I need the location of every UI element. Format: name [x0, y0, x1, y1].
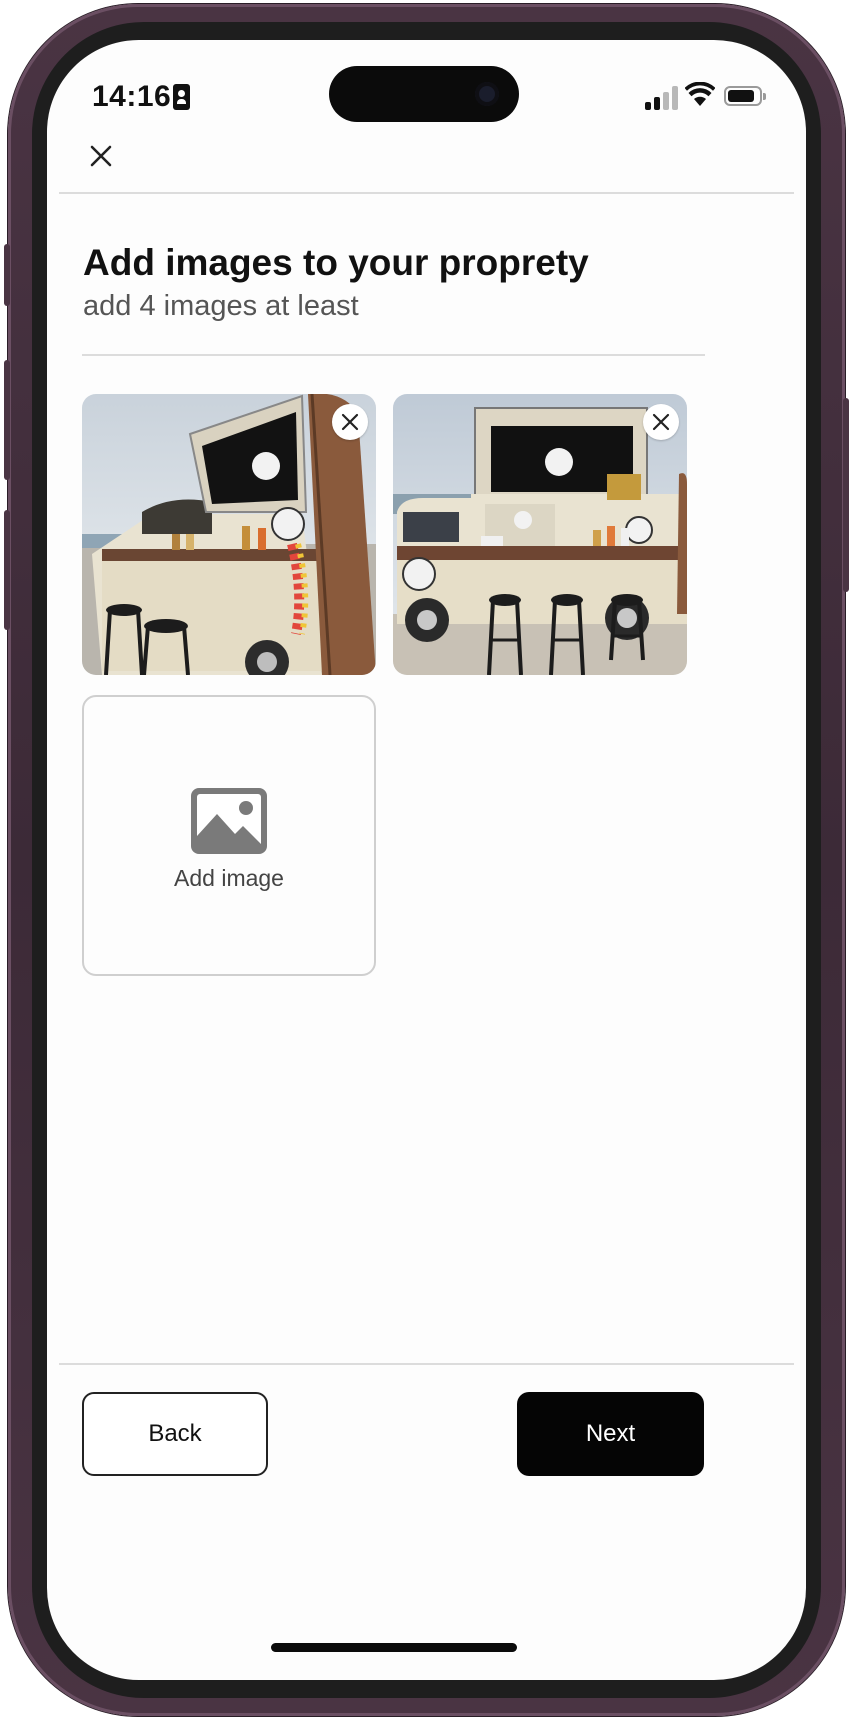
close-icon [90, 145, 112, 167]
remove-photo-1-button[interactable] [332, 404, 368, 440]
remove-photo-2-button[interactable] [643, 404, 679, 440]
battery-icon [724, 86, 766, 106]
close-icon [652, 413, 670, 431]
person-badge-icon [173, 84, 190, 110]
front-camera [475, 82, 499, 106]
status-bar: 14:16 [47, 40, 806, 150]
header-divider [59, 192, 794, 194]
title-divider [82, 354, 705, 356]
next-button[interactable]: Next [517, 1392, 704, 1476]
volume-down-button [4, 510, 10, 630]
footer-divider [59, 1363, 794, 1365]
volume-up-button [4, 360, 10, 480]
uploaded-photo-1[interactable] [82, 394, 376, 675]
power-button [843, 398, 849, 592]
uploaded-photo-2[interactable] [393, 394, 687, 675]
back-button[interactable]: Back [82, 1392, 268, 1476]
close-icon [341, 413, 359, 431]
status-time: 14:16 [92, 80, 172, 113]
action-button [4, 244, 10, 306]
dynamic-island [329, 66, 519, 122]
add-image-button[interactable]: Add image [82, 695, 376, 976]
app-screen: 14:16 Add images to your proprety add 4 … [47, 40, 806, 1680]
home-indicator[interactable] [271, 1643, 517, 1652]
add-image-label: Add image [174, 865, 284, 891]
wifi-icon [685, 82, 715, 106]
page-subtitle: add 4 images at least [83, 290, 359, 322]
image-icon [191, 788, 267, 854]
cellular-signal-icon [645, 86, 679, 110]
photo-food-truck-side [82, 394, 376, 675]
close-button[interactable] [83, 138, 119, 174]
photo-food-truck-front [393, 394, 687, 675]
page-title: Add images to your proprety [83, 242, 589, 283]
